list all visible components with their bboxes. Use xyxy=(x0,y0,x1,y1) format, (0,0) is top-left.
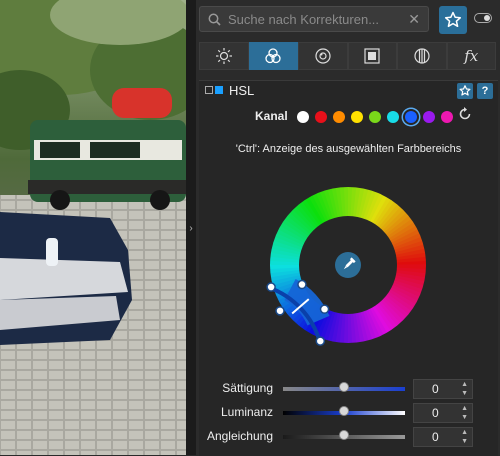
slider-row: Angleichung 0 ▲ ▼ xyxy=(199,427,498,447)
slider-value-input[interactable]: 0 ▲ ▼ xyxy=(413,379,473,399)
collapse-arrow-icon[interactable]: › xyxy=(187,222,195,236)
channel-swatch-orange[interactable] xyxy=(333,111,345,123)
hsl-enable-checkbox[interactable] xyxy=(205,86,213,94)
hue-wheel[interactable] xyxy=(199,163,498,378)
color-circles-icon xyxy=(265,48,281,64)
slider-label: Sättigung xyxy=(222,381,273,395)
hsl-title: HSL xyxy=(229,83,255,98)
slider-value-input[interactable]: 0 ▲ ▼ xyxy=(413,427,473,447)
channel-swatch-magenta[interactable] xyxy=(441,111,453,123)
grid-circle-icon xyxy=(414,48,430,64)
channel-swatch-cyan[interactable] xyxy=(387,111,399,123)
tab-geometry[interactable] xyxy=(347,42,397,70)
channel-swatch-red[interactable] xyxy=(315,111,327,123)
tab-light[interactable] xyxy=(199,42,249,70)
sun-icon xyxy=(215,48,232,64)
channel-swatch-blue[interactable] xyxy=(405,111,417,123)
fx-icon: fx xyxy=(464,47,479,65)
slider-value: 0 xyxy=(432,406,439,420)
slider-row: Luminanz 0 ▲ ▼ xyxy=(199,403,498,423)
hsl-help-button[interactable]: ? xyxy=(477,83,493,99)
slider-value-input[interactable]: 0 ▲ ▼ xyxy=(413,403,473,423)
palette-tabs: fx xyxy=(199,42,496,70)
search-box[interactable]: ✕ xyxy=(199,6,429,32)
hsl-section: HSL ? Kanal 'Ctrl': Anzeige des ausgewäh… xyxy=(199,80,498,456)
tab-color[interactable] xyxy=(248,42,298,70)
channel-swatch-yellow[interactable] xyxy=(351,111,363,123)
hsl-color-tag xyxy=(215,86,223,94)
star-icon xyxy=(444,11,462,28)
channel-swatch-white[interactable] xyxy=(297,111,309,123)
slider-knob[interactable] xyxy=(339,430,349,440)
range-handle[interactable] xyxy=(297,279,307,290)
slider-row: Sättigung 0 ▲ ▼ xyxy=(199,379,498,399)
tab-effects[interactable]: fx xyxy=(446,42,496,70)
slider-label: Luminanz xyxy=(220,405,273,419)
tab-local[interactable] xyxy=(397,42,447,70)
range-handle[interactable] xyxy=(315,336,326,346)
spin-arrows-icon[interactable]: ▲ ▼ xyxy=(461,428,468,446)
clear-search-icon[interactable]: ✕ xyxy=(408,11,420,28)
hsl-favorite-button[interactable] xyxy=(457,83,473,99)
reset-icon[interactable] xyxy=(457,106,473,122)
slider-knob[interactable] xyxy=(339,406,349,416)
slider-value: 0 xyxy=(432,430,439,444)
channel-label: Kanal xyxy=(255,109,288,123)
corrections-panel: ✕ xyxy=(196,0,500,456)
slider-label: Angleichung xyxy=(206,429,273,443)
star-icon xyxy=(459,85,471,96)
range-handle[interactable] xyxy=(319,304,330,314)
panel-toggle[interactable] xyxy=(474,13,492,23)
lens-icon xyxy=(315,48,331,64)
slider-value: 0 xyxy=(432,382,439,396)
frame-icon xyxy=(364,48,380,64)
hsl-header[interactable]: HSL ? xyxy=(199,81,498,101)
search-input[interactable] xyxy=(228,10,398,28)
range-handle[interactable] xyxy=(266,282,276,292)
photo-preview[interactable] xyxy=(0,0,186,455)
range-handle[interactable] xyxy=(275,306,285,316)
slider-knob[interactable] xyxy=(339,382,349,392)
hint-text: 'Ctrl': Anzeige des ausgewählten Farbber… xyxy=(235,143,462,155)
favorites-button[interactable] xyxy=(439,6,467,34)
channel-swatch-green[interactable] xyxy=(369,111,381,123)
channel-swatch-purple[interactable] xyxy=(423,111,435,123)
spin-arrows-icon[interactable]: ▲ ▼ xyxy=(461,380,468,398)
tab-detail[interactable] xyxy=(298,42,348,70)
search-icon xyxy=(208,13,221,26)
spin-arrows-icon[interactable]: ▲ ▼ xyxy=(461,404,468,422)
